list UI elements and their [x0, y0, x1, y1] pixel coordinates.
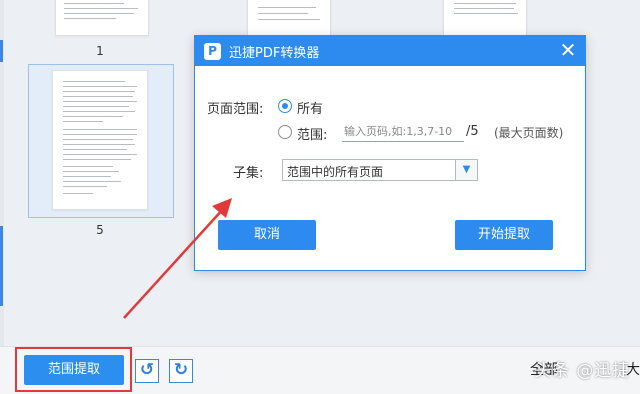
- edge-indicator: [0, 40, 3, 62]
- subset-select[interactable]: 范围中的所有页面 ▼: [282, 159, 478, 181]
- edge-indicator: [0, 226, 3, 306]
- thumbnail-page-number: 1: [96, 44, 104, 58]
- annotation-highlight-box: [15, 347, 132, 392]
- cancel-button[interactable]: 取消: [218, 220, 316, 250]
- watermark: 头条 @迅捷: [534, 361, 631, 381]
- app-logo-icon: P: [204, 43, 221, 60]
- page-range-input[interactable]: [342, 122, 464, 142]
- dialog-title: 迅捷PDF转换器: [229, 46, 320, 61]
- close-icon[interactable]: ✕: [557, 39, 579, 61]
- thumbnail-page-number: 5: [96, 223, 104, 237]
- subset-selected-value: 范围中的所有页面: [287, 165, 384, 179]
- rotate-left-icon[interactable]: ↺: [135, 359, 159, 383]
- page-thumbnail[interactable]: [247, 0, 331, 36]
- total-pages: /5: [466, 124, 479, 139]
- page-thumbnail-5[interactable]: [52, 70, 148, 210]
- subset-label: 子集:: [233, 166, 264, 181]
- rotate-right-icon[interactable]: ↻: [169, 359, 193, 383]
- chevron-down-icon[interactable]: ▼: [455, 160, 477, 180]
- page-range-label: 页面范围:: [207, 102, 264, 117]
- page-thumbnail[interactable]: [55, 0, 149, 36]
- page-thumbnail[interactable]: [443, 0, 527, 36]
- max-pages-note: (最大页面数): [494, 126, 564, 140]
- dialog-titlebar: P 迅捷PDF转换器 ✕: [195, 36, 585, 66]
- radio-range-label[interactable]: 范围:: [297, 124, 327, 143]
- left-edge-strip: [0, 0, 4, 394]
- radio-all[interactable]: [278, 99, 292, 113]
- start-extract-button[interactable]: 开始提取: [455, 220, 553, 250]
- radio-range[interactable]: [278, 125, 292, 139]
- radio-all-label[interactable]: 所有: [297, 98, 323, 117]
